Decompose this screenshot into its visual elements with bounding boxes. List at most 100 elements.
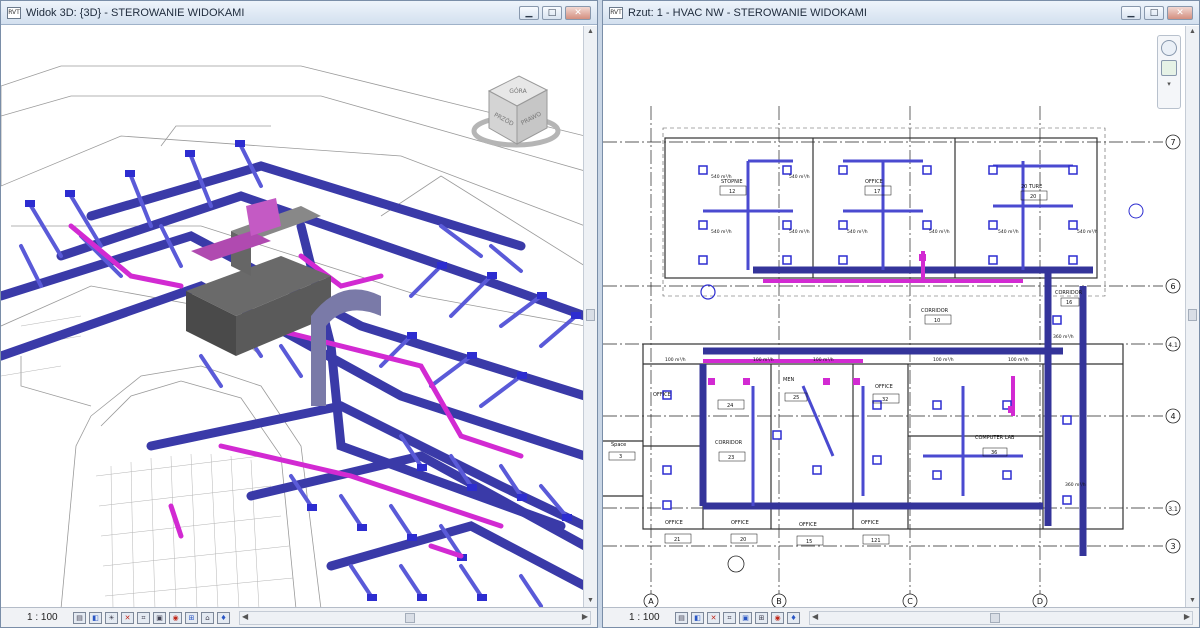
room-name: Space (611, 442, 626, 448)
room-number: 15 (806, 539, 812, 545)
svg-text:100 m³/h: 100 m³/h (813, 357, 834, 363)
vertical-scrollbar[interactable]: ▲ ▼ (1185, 26, 1199, 607)
room-number: 20 (740, 537, 746, 543)
3d-lock-icon[interactable]: ⌂ (201, 611, 214, 624)
analysis-icon[interactable]: ♦ (217, 611, 230, 624)
horizontal-scrollbar[interactable]: ◀ ▶ (809, 610, 1193, 625)
room-name: CORRIDOR (921, 308, 949, 314)
maximize-icon[interactable]: □ (542, 5, 562, 20)
room-number: 32 (882, 397, 888, 403)
viewcube[interactable]: GÓRA PRZÓD PRAWO (471, 75, 561, 148)
horizontal-scrollbar[interactable]: ◀ ▶ (239, 610, 591, 625)
view-scale[interactable]: 1 : 100 (629, 612, 675, 623)
crop-view-icon[interactable]: ⌗ (137, 611, 150, 624)
show-crop-icon[interactable]: ⊞ (755, 611, 768, 624)
shadows-icon[interactable]: ⌗ (723, 611, 736, 624)
temporary-hide-icon[interactable]: ◉ (169, 611, 182, 624)
floor-plan-window[interactable]: RVT Rzut: 1 - HVAC NW - STEROWANIE WIDOK… (602, 0, 1200, 628)
3d-view-canvas[interactable]: GÓRA PRZÓD PRAWO (1, 26, 583, 607)
svg-text:4: 4 (1170, 412, 1175, 421)
visual-style-icon[interactable]: ◧ (691, 611, 704, 624)
room-name: 20 TURE (1021, 184, 1042, 190)
hvac-3d-model[interactable]: GÓRA PRZÓD PRAWO (1, 26, 583, 607)
svg-text:540 m³/h: 540 m³/h (711, 174, 732, 180)
scroll-left-icon[interactable]: ◀ (242, 612, 248, 621)
room-number: 12 (729, 189, 735, 195)
scroll-right-icon[interactable]: ▶ (1184, 612, 1190, 621)
analysis-icon[interactable]: ♦ (787, 611, 800, 624)
scroll-thumb[interactable] (586, 309, 595, 321)
svg-text:D: D (1037, 597, 1043, 606)
scroll-left-icon[interactable]: ◀ (812, 612, 818, 621)
view-control-bar: 1 : 100 ▤ ◧ ✕ ⌗ ▣ ⊞ ◉ ♦ ◀ ▶ (603, 607, 1199, 627)
plan-ducts-main (699, 266, 1093, 556)
room-number: 24 (727, 403, 733, 409)
scroll-thumb[interactable] (1188, 309, 1197, 321)
sun-path-icon[interactable]: ☀ (105, 611, 118, 624)
view-scale[interactable]: 1 : 100 (27, 612, 73, 623)
scroll-thumb[interactable] (404, 612, 415, 623)
zoom-icon[interactable] (1161, 60, 1177, 76)
scroll-thumb[interactable] (989, 612, 1000, 623)
svg-text:540 m³/h: 540 m³/h (929, 229, 950, 235)
3d-view-window[interactable]: RVT Widok 3D: {3D} - STEROWANIE WIDOKAMI… (0, 0, 598, 628)
revit-app-icon: RVT (7, 6, 21, 19)
temporary-hide-icon[interactable]: ◉ (771, 611, 784, 624)
navigation-bar: ▾ (1157, 35, 1181, 109)
room-number: 20 (1030, 194, 1036, 200)
close-icon[interactable]: ✕ (565, 5, 591, 20)
detail-level-icon[interactable]: ▤ (675, 611, 688, 624)
vertical-scrollbar[interactable]: ▲ ▼ (583, 26, 597, 607)
scroll-up-icon[interactable]: ▲ (1186, 26, 1199, 38)
plan-ducts-branch (703, 159, 1073, 506)
show-crop-icon[interactable]: ▣ (153, 611, 166, 624)
detail-level-icon[interactable]: ▤ (73, 611, 86, 624)
svg-text:A: A (648, 597, 654, 606)
room-number: 16 (1066, 300, 1072, 306)
svg-text:360 m³/h: 360 m³/h (1065, 482, 1086, 488)
minimize-icon[interactable]: ▁ (1121, 5, 1141, 20)
svg-text:100 m³/h: 100 m³/h (753, 357, 774, 363)
level-marker-icon[interactable] (727, 555, 745, 573)
minimize-icon[interactable]: ▁ (519, 5, 539, 20)
scroll-up-icon[interactable]: ▲ (584, 26, 597, 38)
hvac-floor-plan[interactable]: STOPNIE 12 OFFICE 17 20 TURE 20 CORRIDOR… (603, 26, 1185, 607)
steering-wheel-icon[interactable] (1161, 40, 1177, 56)
room-number: 21 (674, 537, 680, 543)
room-number: 17 (874, 189, 880, 195)
room-name: OFFICE (861, 520, 879, 526)
shadows-icon[interactable]: ✕ (121, 611, 134, 624)
sun-path-icon[interactable]: ✕ (707, 611, 720, 624)
section-marker-icon[interactable] (1128, 203, 1144, 219)
grid-bubbles: A B C D 7 6 4.1 4 3.1 3 (643, 134, 1181, 607)
room-number: 3 (619, 454, 622, 460)
reveal-hidden-icon[interactable]: ⊞ (185, 611, 198, 624)
svg-text:C: C (907, 597, 913, 606)
elevation-marker-icon[interactable] (700, 284, 716, 300)
room-name: OFFICE (865, 179, 883, 185)
svg-text:100 m³/h: 100 m³/h (1008, 357, 1029, 363)
room-name: OFFICE (875, 384, 893, 390)
scroll-down-icon[interactable]: ▼ (1186, 595, 1199, 607)
title-bar[interactable]: RVT Rzut: 1 - HVAC NW - STEROWANIE WIDOK… (603, 1, 1199, 25)
scroll-down-icon[interactable]: ▼ (584, 595, 597, 607)
room-name: OFFICE (653, 392, 671, 398)
svg-text:540 m³/h: 540 m³/h (998, 229, 1019, 235)
visual-style-icon[interactable]: ◧ (89, 611, 102, 624)
svg-text:540 m³/h: 540 m³/h (711, 229, 732, 235)
room-name: OFFICE (799, 522, 817, 528)
svg-text:B: B (776, 597, 782, 606)
title-bar[interactable]: RVT Widok 3D: {3D} - STEROWANIE WIDOKAMI… (1, 1, 597, 25)
viewcube-top-label: GÓRA (509, 88, 527, 95)
crop-view-icon[interactable]: ▣ (739, 611, 752, 624)
window-title: Rzut: 1 - HVAC NW - STEROWANIE WIDOKAMI (628, 6, 867, 19)
room-name: CORRIDOR (715, 440, 743, 446)
maximize-icon[interactable]: □ (1144, 5, 1164, 20)
svg-text:360 m³/h: 360 m³/h (1053, 334, 1074, 340)
room-name: CORRIDOR (1055, 290, 1083, 296)
room-number: 121 (871, 538, 881, 544)
floor-plan-canvas[interactable]: STOPNIE 12 OFFICE 17 20 TURE 20 CORRIDOR… (603, 26, 1185, 607)
nav-bar-options-icon[interactable]: ▾ (1164, 80, 1174, 90)
close-icon[interactable]: ✕ (1167, 5, 1193, 20)
scroll-right-icon[interactable]: ▶ (582, 612, 588, 621)
